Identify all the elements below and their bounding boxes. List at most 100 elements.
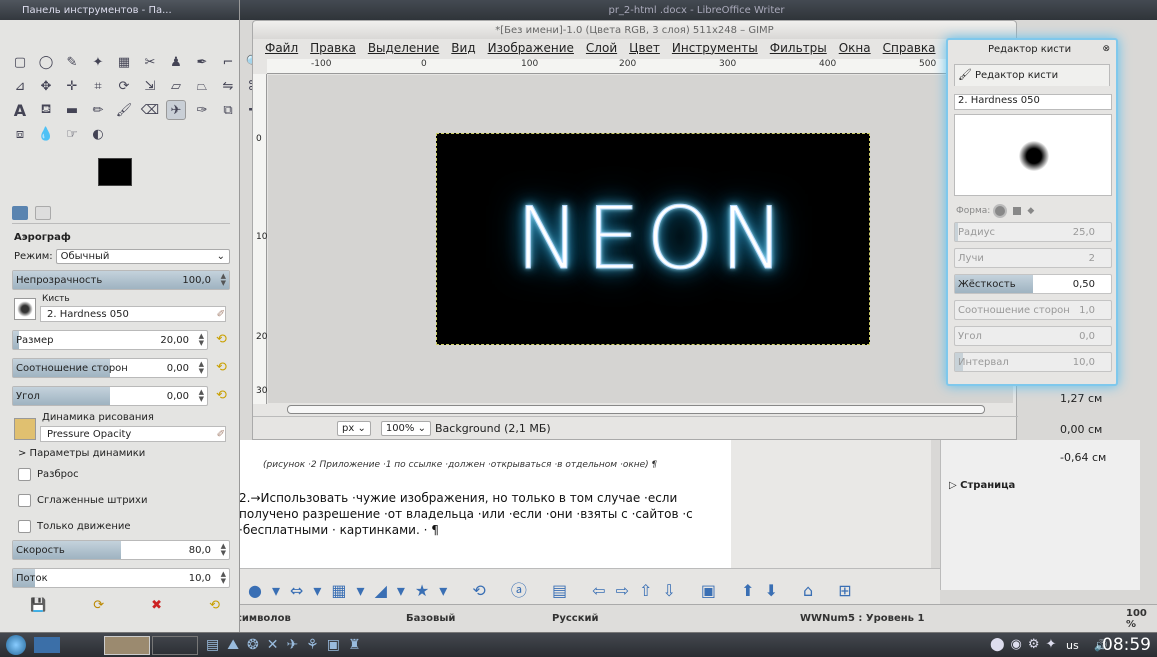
- menu-layer[interactable]: Слой: [586, 41, 617, 55]
- crop-icon[interactable]: ⌗: [88, 76, 108, 96]
- color-picker-icon[interactable]: ⌐: [218, 52, 238, 72]
- sidebar-section-page[interactable]: ▷ Страница: [949, 480, 1015, 491]
- spacing-slider[interactable]: Интервал 10,0: [954, 352, 1112, 372]
- menu-help[interactable]: Справка: [883, 41, 936, 55]
- measure-icon[interactable]: ⊿: [10, 76, 30, 96]
- reset-icon[interactable]: ⟲: [209, 598, 220, 613]
- edit-icon[interactable]: ✐: [217, 429, 225, 440]
- desktop-icon[interactable]: [34, 637, 60, 653]
- menu-windows[interactable]: Окна: [839, 41, 871, 55]
- align-icon[interactable]: ✛: [62, 76, 82, 96]
- airbrush-icon[interactable]: ✈: [166, 100, 186, 120]
- menu-image[interactable]: Изображение: [488, 41, 574, 55]
- opacity-slider[interactable]: Непрозрачность 100,0 ▲ ▼: [12, 270, 230, 290]
- smooth-checkbox[interactable]: Сглаженные штрихи: [18, 494, 147, 507]
- app-launcher-icon[interactable]: [6, 635, 26, 655]
- zoom-select[interactable]: 100% ⌄: [380, 421, 431, 436]
- menu-select[interactable]: Выделение: [368, 41, 439, 55]
- menu-colors[interactable]: Цвет: [629, 41, 660, 55]
- smudge-icon[interactable]: ☞: [62, 124, 82, 144]
- task-window-1[interactable]: [104, 636, 150, 655]
- brush-name-input[interactable]: 2. Hardness 050: [954, 94, 1112, 110]
- horizontal-ruler[interactable]: -1000100200300400500600: [267, 59, 1012, 74]
- ellipse-select-icon[interactable]: ◯: [36, 52, 56, 72]
- spacing-after[interactable]: 0,00 см: [1060, 423, 1102, 436]
- vertical-ruler[interactable]: 0 100 200 300: [253, 74, 273, 404]
- spin-arrows-icon[interactable]: ▲ ▼: [199, 333, 204, 347]
- angle-slider[interactable]: Угол 0,00 ▲ ▼: [12, 386, 208, 406]
- image-canvas[interactable]: NEON: [436, 133, 870, 345]
- foreground-select-icon[interactable]: ♟: [166, 52, 186, 72]
- status-language[interactable]: Русский: [552, 613, 599, 624]
- paintbrush-icon[interactable]: 🖌: [114, 100, 134, 120]
- speed-slider[interactable]: Скорость 80,0 ▲ ▼: [12, 540, 230, 560]
- text-tool-icon[interactable]: A: [10, 100, 30, 120]
- menu-edit[interactable]: Правка: [310, 41, 356, 55]
- menu-view[interactable]: Вид: [451, 41, 475, 55]
- perspective-clone-icon[interactable]: ⧈: [10, 124, 30, 144]
- free-select-icon[interactable]: ✎: [62, 52, 82, 72]
- device-status-tab-icon[interactable]: [35, 206, 52, 220]
- scissors-icon[interactable]: ✂: [140, 52, 160, 72]
- aspect-slider[interactable]: Соотношение сторон 0,00 ▲ ▼: [12, 358, 208, 378]
- spin-arrows-icon[interactable]: ▲ ▼: [221, 571, 226, 585]
- dodge-icon[interactable]: ◐: [88, 124, 108, 144]
- gradient-icon[interactable]: ▬: [62, 100, 82, 120]
- eraser-icon[interactable]: ⌫: [140, 100, 160, 120]
- flow-slider[interactable]: Поток 10,0 ▲ ▼: [12, 568, 230, 588]
- menu-tools[interactable]: Инструменты: [672, 41, 758, 55]
- status-style[interactable]: Базовый: [406, 613, 455, 624]
- canvas-area[interactable]: NEON: [268, 75, 1013, 403]
- brush-preview[interactable]: [14, 298, 36, 320]
- bucket-icon[interactable]: ⛾: [36, 100, 56, 120]
- reset-angle-icon[interactable]: ⟲: [216, 388, 227, 403]
- scale-icon[interactable]: ⇲: [140, 76, 160, 96]
- color-select-icon[interactable]: ▦: [114, 52, 134, 72]
- hardness-slider[interactable]: Жёсткость 0,50: [954, 274, 1112, 294]
- spacing-before[interactable]: 1,27 см: [1060, 392, 1102, 405]
- unit-select[interactable]: px ⌄: [337, 421, 371, 436]
- keyboard-layout[interactable]: us: [1066, 639, 1079, 652]
- circle-shape-icon[interactable]: [993, 204, 1008, 218]
- horizontal-scrollbar[interactable]: [273, 404, 1018, 416]
- square-shape-icon[interactable]: [1013, 207, 1022, 215]
- delete-icon[interactable]: ✖: [151, 598, 162, 613]
- radius-slider[interactable]: Радиус 25,0: [954, 222, 1112, 242]
- close-icon[interactable]: ⊗: [1102, 44, 1110, 54]
- spikes-slider[interactable]: Лучи 2: [954, 248, 1112, 268]
- rotate-icon[interactable]: ⟳: [114, 76, 134, 96]
- shear-icon[interactable]: ▱: [166, 76, 186, 96]
- clock[interactable]: 08:59: [1102, 635, 1151, 655]
- spin-arrows-icon[interactable]: ▲ ▼: [221, 543, 226, 557]
- brush-aspect-slider[interactable]: Соотношение сторон 1,0: [954, 300, 1112, 320]
- tray-icons[interactable]: ⬤◉⚙✦: [990, 637, 1062, 652]
- flip-icon[interactable]: ⇋: [218, 76, 238, 96]
- rect-select-icon[interactable]: ▢: [10, 52, 30, 72]
- status-zoom[interactable]: 100 %: [1126, 608, 1157, 630]
- scatter-checkbox[interactable]: Разброс: [18, 468, 79, 481]
- fuzzy-select-icon[interactable]: ✦: [88, 52, 108, 72]
- dynamics-icon[interactable]: [14, 418, 36, 440]
- dynamics-options-expander[interactable]: > Параметры динамики: [18, 448, 145, 459]
- quicklaunch-icons[interactable]: ▤⛰❂✕✈⚘▣♜: [206, 637, 369, 653]
- task-window-2[interactable]: [152, 636, 198, 655]
- clone-icon[interactable]: ⧉: [218, 100, 238, 120]
- pencil-icon[interactable]: ✏: [88, 100, 108, 120]
- restore-icon[interactable]: ⟳: [93, 598, 104, 613]
- mode-select[interactable]: Обычный ⌄: [55, 248, 230, 264]
- edit-icon[interactable]: ✐: [217, 309, 225, 320]
- dynamics-field[interactable]: Pressure Opacity ✐: [40, 426, 226, 442]
- menu-file[interactable]: Файл: [265, 41, 298, 55]
- foreground-color[interactable]: [98, 158, 132, 186]
- spin-arrows-icon[interactable]: ▲ ▼: [221, 273, 226, 287]
- move-icon[interactable]: ✥: [36, 76, 56, 96]
- blur-icon[interactable]: 💧: [36, 124, 56, 144]
- diamond-shape-icon[interactable]: ◆: [1027, 206, 1034, 216]
- ink-icon[interactable]: ✑: [192, 100, 212, 120]
- tool-options-tab-icon[interactable]: [12, 206, 28, 220]
- brush-angle-slider[interactable]: Угол 0,0: [954, 326, 1112, 346]
- motion-only-checkbox[interactable]: Только движение: [18, 520, 131, 533]
- brush-field[interactable]: 2. Hardness 050 ✐: [40, 306, 226, 322]
- drawing-icons[interactable]: ●▾⇔▾▦▾◢▾★▾ ⟲ ⓐ ▤ ⇦⇨⇧⇩ ▣ ⬆⬇ ⌂ ⊞: [248, 577, 862, 601]
- spin-arrows-icon[interactable]: ▲ ▼: [199, 361, 204, 375]
